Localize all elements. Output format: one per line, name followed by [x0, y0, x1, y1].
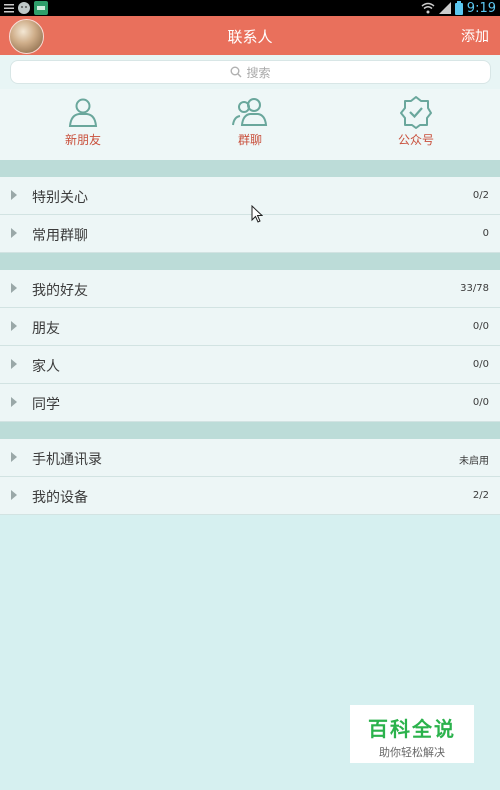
group-label: 我的设备 [32, 490, 88, 506]
expand-arrow-icon [11, 321, 17, 331]
list-item-classmates[interactable]: 同学 0/0 [0, 384, 500, 422]
expand-arrow-icon [11, 452, 17, 462]
watermark-title: 百科全说 [368, 717, 456, 741]
app-icon [34, 1, 48, 15]
group-icon [232, 98, 268, 126]
status-bar: 9:19 [0, 0, 500, 16]
group-label: 手机通讯录 [32, 452, 102, 468]
section-divider [0, 160, 500, 177]
wifi-icon [421, 2, 435, 14]
group-count: 0 [482, 228, 489, 239]
expand-arrow-icon [11, 228, 17, 238]
group-count: 33/78 [460, 283, 489, 294]
search-box[interactable]: 搜索 [10, 60, 491, 84]
title-bar: 联系人 添加 [0, 16, 500, 55]
search-icon [230, 66, 242, 78]
list-item-my-friends[interactable]: 我的好友 33/78 [0, 270, 500, 308]
expand-arrow-icon [11, 190, 17, 200]
list-item-phone-contacts[interactable]: 手机通讯录 未启用 [0, 439, 500, 477]
group-label: 我的好友 [32, 283, 88, 299]
list-item-frequent-groups[interactable]: 常用群聊 0 [0, 215, 500, 253]
group-count: 0/0 [472, 397, 489, 408]
add-button[interactable]: 添加 [461, 26, 489, 46]
list-item-family[interactable]: 家人 0/0 [0, 346, 500, 384]
expand-arrow-icon [11, 359, 17, 369]
status-time: 9:19 [466, 0, 496, 16]
group-label: 特别关心 [32, 190, 88, 206]
group-count: 0/2 [472, 190, 489, 201]
group-chat-label: 群聊 [237, 133, 262, 147]
badge-check-icon [400, 96, 432, 129]
new-friends-button[interactable]: 新朋友 [23, 95, 143, 148]
list-item-friends[interactable]: 朋友 0/0 [0, 308, 500, 346]
search-input[interactable]: 搜索 [246, 64, 270, 81]
group-count: 未启用 [459, 456, 489, 467]
list-item-special-care[interactable]: 特别关心 0/2 [0, 177, 500, 215]
search-area: 搜索 [0, 55, 500, 89]
group-label: 常用群聊 [32, 228, 88, 244]
expand-arrow-icon [11, 397, 17, 407]
quick-actions: 新朋友 群聊 公众号 [0, 89, 500, 160]
mouse-cursor-icon [251, 205, 263, 223]
group-count: 0/0 [472, 359, 489, 370]
group-count: 2/2 [472, 490, 489, 501]
person-icon [68, 98, 98, 127]
group-chat-button[interactable]: 群聊 [190, 95, 310, 148]
group-label: 朋友 [32, 321, 60, 337]
group-count: 0/0 [472, 321, 489, 332]
list-item-my-devices[interactable]: 我的设备 2/2 [0, 477, 500, 515]
official-accounts-label: 公众号 [397, 133, 434, 147]
watermark-subtitle: 助你轻松解决 [379, 746, 445, 759]
cat-icon [18, 2, 30, 14]
menu-icon [4, 4, 14, 13]
signal-icon [438, 2, 451, 14]
watermark-logo: 百科全说 助你轻松解决 [350, 705, 474, 763]
group-label: 家人 [32, 359, 60, 375]
official-accounts-button[interactable]: 公众号 [356, 95, 476, 148]
expand-arrow-icon [11, 490, 17, 500]
expand-arrow-icon [11, 283, 17, 293]
section-divider [0, 422, 500, 439]
group-label: 同学 [32, 397, 60, 413]
page-title: 联系人 [227, 28, 273, 46]
section-divider [0, 253, 500, 270]
new-friends-label: 新朋友 [64, 133, 101, 147]
battery-icon [454, 1, 463, 15]
